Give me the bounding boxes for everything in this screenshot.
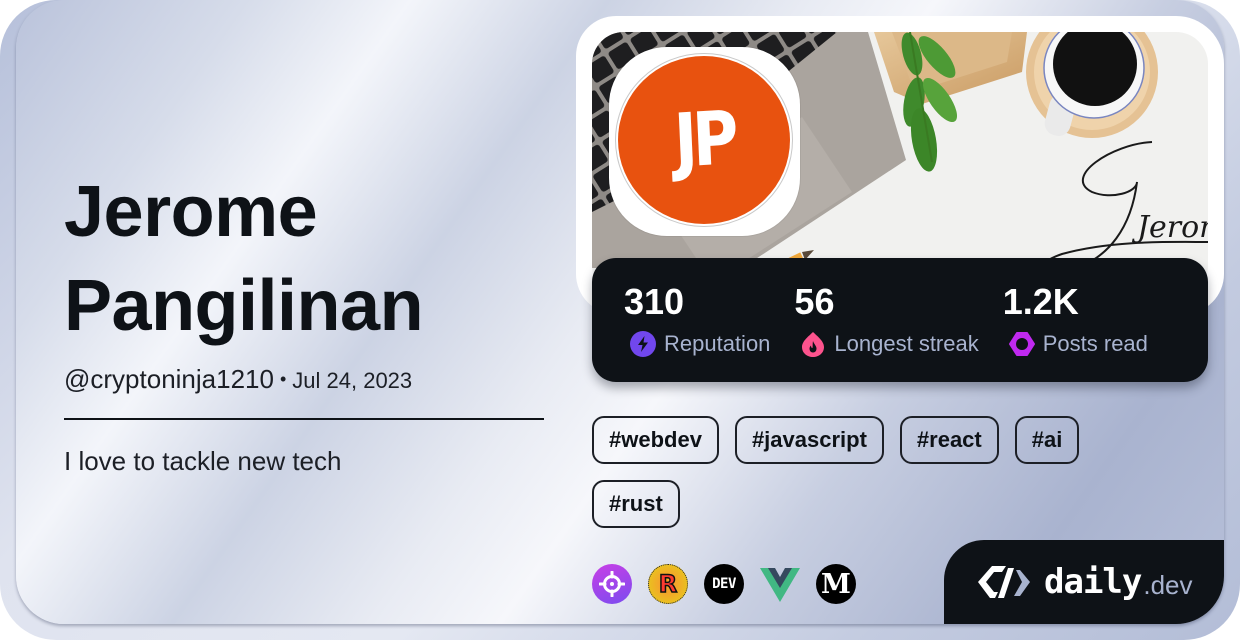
tag-chip[interactable]: #webdev: [592, 416, 719, 464]
medium-source-icon[interactable]: M: [816, 564, 856, 604]
profile-name: Jerome Pangilinan: [64, 172, 424, 346]
dev-to-source-icon[interactable]: DEV: [704, 564, 744, 604]
daily-dev-logo-icon: [978, 566, 1030, 598]
rust-source-icon[interactable]: R: [648, 564, 688, 604]
stats-panel: 310 Reputation 56 Longest streak 1.2K Po…: [592, 258, 1208, 382]
stat-posts-read: 1.2K Posts read: [1003, 282, 1148, 382]
target-source-icon[interactable]: [592, 564, 632, 604]
signature: Jerom: [1042, 141, 1208, 274]
coffee-cup: [1026, 32, 1158, 138]
stat-longest-streak: 56 Longest streak: [794, 281, 979, 382]
stat-value: 56: [794, 281, 835, 322]
daily-dev-brand: daily .dev: [944, 540, 1224, 624]
tag-chip[interactable]: #react: [899, 416, 999, 464]
brand-name: daily: [1044, 562, 1142, 602]
dev-glyph: DEV: [712, 576, 736, 592]
reputation-bolt-icon: [630, 331, 656, 357]
signature-text: Jerom: [1131, 210, 1208, 245]
devcard-frame: Jerome Pangilinan @cryptoninja1210 • Jul 2…: [0, 0, 1240, 640]
vue-logo-icon: [760, 568, 800, 602]
stat-value: 1.2K: [1002, 281, 1079, 322]
tag-list: #webdev #javascript #react #ai #rust: [592, 416, 1152, 528]
avatar-initials: JP: [672, 95, 736, 185]
medium-glyph: M: [821, 568, 851, 600]
stat-value: 310: [624, 281, 685, 322]
tag-chip[interactable]: #javascript: [734, 416, 884, 464]
stat-reputation: 310 Reputation: [624, 282, 770, 382]
stat-label: Longest streak: [834, 331, 979, 356]
crosshair-icon: [599, 571, 625, 597]
joined-date: Jul 24, 2023: [292, 368, 413, 393]
source-list: R DEV M: [592, 564, 856, 604]
profile-meta: @cryptoninja1210 • Jul 24, 2023: [64, 363, 544, 395]
posts-read-eye-icon: [1008, 332, 1035, 356]
divider: [64, 418, 544, 420]
meta-separator: •: [279, 369, 287, 389]
avatar-frame: JP: [609, 47, 800, 236]
brand-suffix: .dev: [1143, 569, 1193, 600]
profile-info: Jerome Pangilinan @cryptoninja1210 • Jul 2…: [64, 165, 544, 477]
profile-bio: I love to tackle new tech: [64, 446, 342, 476]
streak-flame-icon: [802, 332, 825, 357]
rust-glyph: R: [658, 569, 678, 599]
avatar: JP: [618, 56, 790, 224]
tag-chip[interactable]: #rust: [592, 480, 680, 528]
stat-label: Reputation: [664, 331, 771, 356]
tag-chip[interactable]: #ai: [1014, 416, 1080, 464]
stat-label: Posts read: [1042, 331, 1148, 356]
username: @cryptoninja1210: [64, 364, 274, 394]
vue-source-icon[interactable]: [760, 564, 800, 604]
